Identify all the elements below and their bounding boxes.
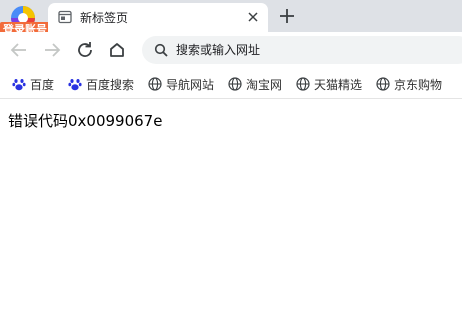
globe-icon	[148, 77, 162, 91]
new-tab-plus-icon[interactable]	[276, 5, 298, 27]
navigation-toolbar	[0, 32, 462, 68]
bookmark-label: 导航网站	[166, 78, 215, 92]
globe-icon	[228, 77, 242, 91]
bookmarks-bar: 百度 百度搜索 导航网站 淘宝网 天猫精选 京东购物	[0, 68, 462, 99]
home-icon[interactable]	[106, 39, 128, 61]
baidu-paw-icon	[68, 79, 82, 91]
bookmark-label: 百度	[30, 78, 55, 92]
new-tab-page-icon	[58, 10, 72, 24]
bookmark-label: 京东购物	[394, 78, 443, 92]
address-input[interactable]	[176, 36, 456, 64]
address-bar[interactable]	[142, 36, 462, 64]
reload-icon[interactable]	[74, 39, 96, 61]
close-tab-icon[interactable]	[246, 10, 260, 24]
back-arrow-icon[interactable]	[8, 39, 30, 61]
bookmark-label: 天猫精选	[314, 78, 363, 92]
search-icon	[154, 43, 168, 57]
tab-title: 新标签页	[80, 11, 129, 25]
globe-icon	[296, 77, 310, 91]
bookmark-label: 淘宝网	[246, 78, 283, 92]
browser-window: 登录账号 新标签页 搜索或输入网址 百度 百度搜索 导航网站 淘宝网 天猫精选 …	[0, 0, 462, 311]
error-message: 错误代码0x0099067e	[8, 112, 163, 130]
baidu-paw-icon	[12, 79, 26, 91]
globe-icon	[376, 77, 390, 91]
tab-new-tab[interactable]: 新标签页	[48, 3, 268, 32]
tab-strip: 登录账号 新标签页	[0, 0, 462, 38]
forward-arrow-icon[interactable]	[41, 39, 63, 61]
bookmark-label: 百度搜索	[86, 78, 135, 92]
